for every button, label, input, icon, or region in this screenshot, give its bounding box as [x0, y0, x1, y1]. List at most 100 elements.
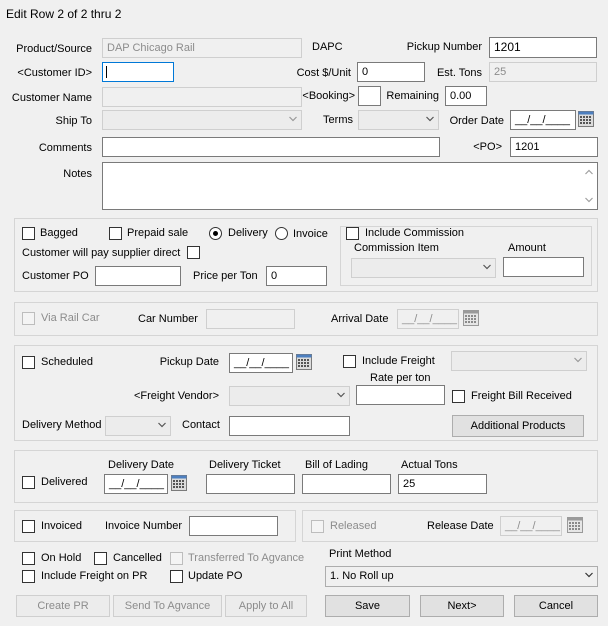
invoice-number-field[interactable] — [189, 516, 278, 536]
delivery-radio[interactable] — [209, 227, 222, 240]
additional-products-button[interactable]: Additional Products — [452, 415, 584, 437]
delivery-method-label: Delivery Method — [22, 419, 102, 431]
next-button[interactable]: Next> — [420, 595, 504, 617]
chevron-down-icon — [585, 572, 593, 578]
pickup-number-label: Pickup Number — [406, 41, 482, 53]
freight-bill-received-label: Freight Bill Received — [471, 390, 572, 402]
actual-tons-field[interactable]: 25 — [398, 474, 487, 494]
update-po-label: Update PO — [188, 570, 243, 582]
calendar-icon[interactable] — [578, 111, 594, 127]
ship-to-select[interactable] — [102, 110, 302, 130]
delivered-checkbox[interactable] — [22, 476, 35, 489]
delivery-date-field[interactable]: __/__/____ — [104, 474, 168, 494]
commission-item-select[interactable] — [351, 258, 496, 278]
comments-field[interactable] — [102, 137, 440, 157]
print-method-select[interactable]: 1. No Roll up — [325, 566, 598, 587]
cost-unit-field[interactable]: 0 — [357, 62, 425, 82]
contact-field[interactable] — [229, 416, 350, 436]
pickup-date-field[interactable]: __/__/____ — [229, 353, 293, 373]
freight-vendor-select[interactable] — [229, 386, 350, 406]
prepaid-sale-label: Prepaid sale — [127, 227, 189, 239]
released-label: Released — [330, 520, 377, 532]
invoice-radio[interactable] — [275, 227, 288, 240]
customer-id-field[interactable] — [102, 62, 174, 82]
calendar-icon[interactable] — [567, 517, 583, 533]
contact-label: Contact — [182, 419, 220, 431]
booking-field[interactable] — [358, 86, 381, 106]
scheduled-label: Scheduled — [41, 356, 93, 368]
send-to-agvance-button[interactable]: Send To Agvance — [113, 595, 222, 617]
scheduled-checkbox[interactable] — [22, 356, 35, 369]
update-po-checkbox[interactable] — [170, 570, 183, 583]
price-per-ton-label: Price per Ton — [193, 270, 258, 282]
cancel-button[interactable]: Cancel — [514, 595, 598, 617]
rate-per-ton-field[interactable] — [356, 385, 445, 405]
cancelled-label: Cancelled — [113, 552, 162, 564]
transferred-checkbox[interactable] — [170, 552, 183, 565]
release-date-field: __/__/____ — [500, 516, 562, 536]
order-date-field[interactable]: __/__/____ — [510, 110, 576, 130]
chevron-down-icon — [289, 116, 297, 122]
customer-po-label: Customer PO — [22, 270, 89, 282]
text-cursor — [106, 66, 107, 78]
include-commission-checkbox[interactable] — [346, 227, 359, 240]
freight-bill-received-checkbox[interactable] — [452, 390, 465, 403]
scroll-down-icon[interactable] — [585, 197, 593, 203]
customer-name-field — [102, 87, 302, 107]
invoice-label: Invoice — [293, 228, 328, 240]
cancelled-checkbox[interactable] — [94, 552, 107, 565]
on-hold-checkbox[interactable] — [22, 552, 35, 565]
print-method-value: 1. No Roll up — [330, 570, 394, 582]
price-per-ton-field[interactable]: 0 — [266, 266, 327, 286]
remaining-field[interactable]: 0.00 — [445, 86, 487, 106]
pay-supplier-checkbox[interactable] — [187, 246, 200, 259]
window-title: Edit Row 2 of 2 thru 2 — [6, 7, 122, 21]
product-source-label: Product/Source — [16, 43, 92, 55]
freight-vendor-label: <Freight Vendor> — [133, 390, 219, 402]
bill-of-lading-field[interactable] — [302, 474, 391, 494]
include-freight-pr-checkbox[interactable] — [22, 570, 35, 583]
delivery-ticket-field[interactable] — [206, 474, 295, 494]
delivery-ticket-label: Delivery Ticket — [209, 459, 281, 471]
delivery-method-select[interactable] — [105, 416, 171, 436]
include-freight-select[interactable] — [451, 351, 587, 371]
order-date-label: Order Date — [449, 115, 504, 127]
pickup-number-field[interactable]: 1201 — [489, 37, 597, 58]
est-tons-field: 25 — [489, 62, 597, 82]
notes-scrollbar[interactable] — [580, 163, 597, 209]
terms-select[interactable] — [358, 110, 439, 130]
amount-field[interactable] — [503, 257, 584, 277]
booking-label: <Booking> — [302, 90, 355, 102]
est-tons-label: Est. Tons — [436, 67, 482, 79]
include-freight-checkbox[interactable] — [343, 355, 356, 368]
notes-textarea[interactable] — [102, 162, 598, 210]
delivery-label: Delivery — [228, 227, 268, 239]
invoice-number-label: Invoice Number — [105, 520, 183, 532]
notes-label: Notes — [63, 168, 92, 180]
comments-label: Comments — [38, 142, 92, 154]
customer-po-field[interactable] — [95, 266, 181, 286]
prepaid-sale-checkbox[interactable] — [109, 227, 122, 240]
po-field[interactable]: 1201 — [510, 137, 598, 157]
calendar-icon[interactable] — [296, 354, 312, 370]
create-pr-button[interactable]: Create PR — [16, 595, 110, 617]
scroll-up-icon[interactable] — [585, 169, 593, 175]
invoiced-checkbox[interactable] — [22, 520, 35, 533]
print-method-label: Print Method — [329, 548, 392, 560]
include-freight-pr-label: Include Freight on PR — [41, 570, 148, 582]
bagged-checkbox[interactable] — [22, 227, 35, 240]
arrival-date-label: Arrival Date — [331, 313, 389, 325]
via-rail-car-label: Via Rail Car — [41, 312, 100, 324]
actual-tons-label: Actual Tons — [401, 459, 458, 471]
dapc-label: DAPC — [312, 41, 343, 53]
apply-to-all-button[interactable]: Apply to All — [225, 595, 307, 617]
calendar-icon[interactable] — [463, 310, 479, 326]
car-number-label: Car Number — [138, 313, 198, 325]
released-checkbox[interactable] — [311, 520, 324, 533]
via-rail-car-checkbox[interactable] — [22, 312, 35, 325]
calendar-icon[interactable] — [171, 475, 187, 491]
cost-unit-label: Cost $/Unit — [296, 67, 351, 79]
bill-of-lading-label: Bill of Lading — [305, 459, 368, 471]
po-label: <PO> — [473, 141, 502, 153]
save-button[interactable]: Save — [325, 595, 410, 617]
